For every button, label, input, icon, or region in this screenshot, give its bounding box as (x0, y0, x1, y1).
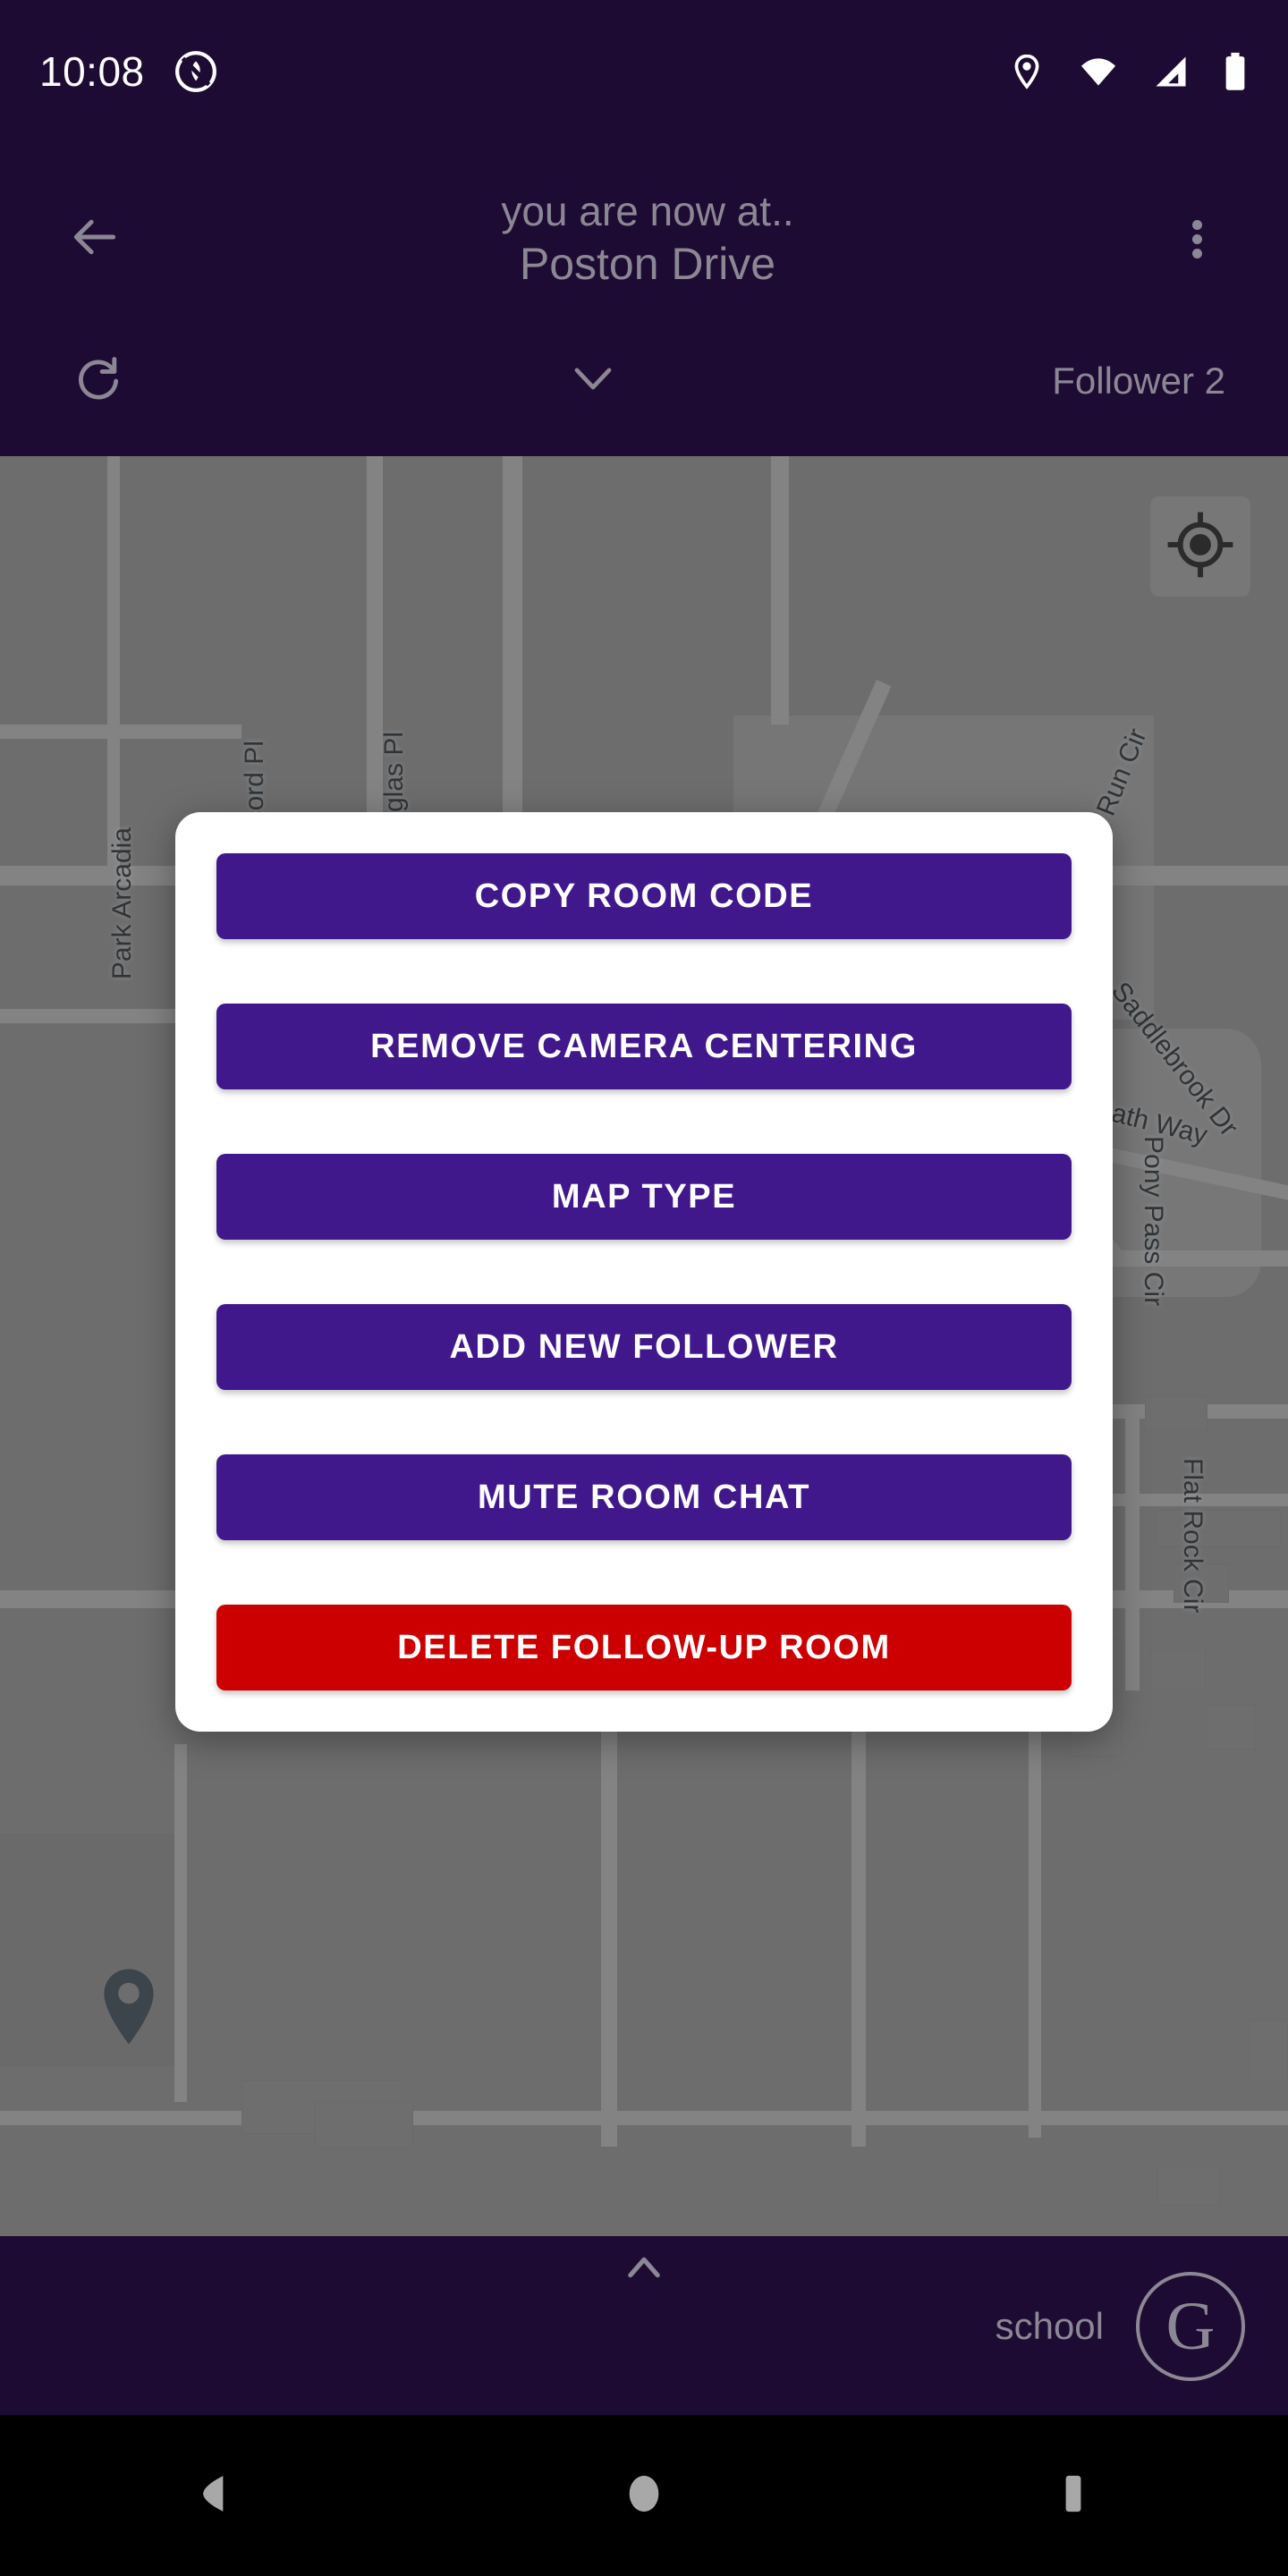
phone-screen: 10:08 you are now at.. Poston Drive Foll… (0, 0, 1288, 2576)
nav-recents-button[interactable] (993, 2442, 1154, 2549)
wifi-icon (1077, 52, 1120, 91)
app-bar-top-row: you are now at.. Poston Drive (0, 143, 1288, 335)
nav-home-button[interactable] (564, 2442, 724, 2549)
chevron-up-icon (621, 2257, 667, 2288)
nav-back-triangle-icon (190, 2469, 240, 2523)
add-new-follower-button[interactable]: ADD NEW FOLLOWER (216, 1304, 1072, 1390)
refresh-icon (71, 352, 126, 411)
status-clock: 10:08 (39, 48, 145, 95)
arrow-left-icon (67, 209, 123, 269)
status-bar: 10:08 (0, 0, 1288, 143)
avatar[interactable]: G (1136, 2272, 1245, 2381)
more-vertical-icon (1191, 216, 1202, 263)
bottom-bar-user[interactable]: school G (996, 2272, 1245, 2381)
app-bar-subtitle: you are now at.. (501, 188, 794, 235)
page-title: Poston Drive (519, 238, 776, 289)
overflow-menu-button[interactable] (1159, 199, 1234, 281)
app-bar-bottom-row: Follower 2 (0, 327, 1288, 435)
location-off-icon (174, 49, 218, 94)
expand-panel-button[interactable] (134, 361, 1052, 402)
app-bar: you are now at.. Poston Drive Follower 2 (0, 143, 1288, 456)
room-options-dialog: COPY ROOM CODE REMOVE CAMERA CENTERING M… (175, 812, 1113, 1732)
back-button[interactable] (54, 199, 136, 281)
delete-follow-up-room-button[interactable]: DELETE FOLLOW-UP ROOM (216, 1605, 1072, 1690)
remove-camera-centering-button[interactable]: REMOVE CAMERA CENTERING (216, 1004, 1072, 1089)
follower-selector[interactable]: Follower 2 (1052, 360, 1225, 402)
battery-icon (1222, 51, 1249, 92)
android-nav-bar (0, 2415, 1288, 2576)
cellular-signal-icon (1150, 52, 1191, 91)
status-bar-icons (1007, 51, 1249, 92)
refresh-button[interactable] (63, 345, 134, 417)
map-type-button[interactable]: MAP TYPE (216, 1154, 1072, 1240)
bottom-bar: school G (0, 2236, 1288, 2415)
mute-room-chat-button[interactable]: MUTE ROOM CHAT (216, 1454, 1072, 1540)
app-bar-title-block: you are now at.. Poston Drive (136, 190, 1159, 289)
nav-home-circle-icon (619, 2469, 669, 2523)
follower-label: Follower 2 (1052, 360, 1225, 402)
copy-room-code-button[interactable]: COPY ROOM CODE (216, 853, 1072, 939)
chevron-down-icon (569, 361, 617, 402)
nav-back-button[interactable] (134, 2442, 295, 2549)
location-pin-icon (1007, 52, 1046, 91)
school-label: school (995, 2305, 1104, 2347)
nav-recents-square-icon (1048, 2469, 1098, 2523)
